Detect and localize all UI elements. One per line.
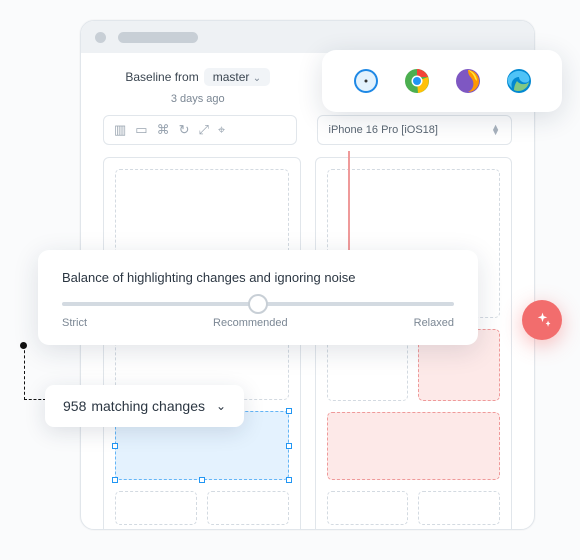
baseline-timestamp: 3 days ago xyxy=(103,93,293,105)
device-select[interactable]: iPhone 16 Pro [iOS18] ▲▼ xyxy=(317,115,513,145)
view-tools[interactable]: ▥ ▭ ⌘ ↻ ⤢ ⌖ xyxy=(103,115,297,145)
layout-panel-icon[interactable]: ▥ xyxy=(114,122,126,138)
sparkle-fab[interactable] xyxy=(522,300,562,340)
edge-icon[interactable] xyxy=(505,67,533,95)
slider-knob[interactable] xyxy=(248,294,268,314)
device-icon[interactable]: ▭ xyxy=(135,122,147,138)
crosshair-icon[interactable]: ⌖ xyxy=(218,122,225,138)
address-bar-placeholder xyxy=(118,32,198,43)
baseline-header: Baseline from master ⌄ 3 days ago xyxy=(103,68,293,105)
baseline-prefix: Baseline from xyxy=(125,70,198,84)
chrome-icon[interactable] xyxy=(403,67,431,95)
slider-labels: Strict Recommended Relaxed xyxy=(62,317,454,329)
chevron-down-icon: ⌄ xyxy=(253,73,261,84)
diff-divider xyxy=(348,151,350,261)
slider-label-strict: Strict xyxy=(62,317,87,329)
sparkle-icon xyxy=(533,311,552,330)
refresh-icon[interactable]: ↻ xyxy=(179,122,190,138)
region-placeholder xyxy=(327,491,409,525)
select-stepper-icon: ▲▼ xyxy=(491,125,500,135)
tag-icon[interactable]: ⤢ xyxy=(199,122,209,138)
region-placeholder xyxy=(418,491,500,525)
safari-icon[interactable] xyxy=(352,67,380,95)
slider-label-relaxed: Relaxed xyxy=(414,317,454,329)
balance-card: Balance of highlighting changes and igno… xyxy=(38,250,478,345)
window-control-dot[interactable] xyxy=(95,32,106,43)
balance-slider[interactable] xyxy=(62,302,454,306)
matches-count: 958 xyxy=(63,398,86,414)
region-placeholder xyxy=(207,491,289,525)
matches-pill[interactable]: 958 matching changes ⌄ xyxy=(45,385,244,427)
diff-region[interactable] xyxy=(327,412,501,480)
region-placeholder xyxy=(115,491,197,525)
device-select-value: iPhone 16 Pro [iOS18] xyxy=(329,124,438,136)
window-titlebar xyxy=(81,21,534,53)
attachment-icon[interactable]: ⌘ xyxy=(157,122,170,138)
connector-line xyxy=(24,345,46,400)
chevron-down-icon: ⌄ xyxy=(216,399,226,413)
matches-suffix: matching changes xyxy=(91,398,205,414)
browsers-card xyxy=(322,50,562,112)
branch-selector[interactable]: master ⌄ xyxy=(204,68,270,86)
firefox-icon[interactable] xyxy=(454,67,482,95)
balance-title: Balance of highlighting changes and igno… xyxy=(62,270,454,285)
slider-label-recommended: Recommended xyxy=(213,317,288,329)
toolbar-row: ▥ ▭ ⌘ ↻ ⤢ ⌖ iPhone 16 Pro [iOS18] ▲▼ xyxy=(81,115,534,157)
